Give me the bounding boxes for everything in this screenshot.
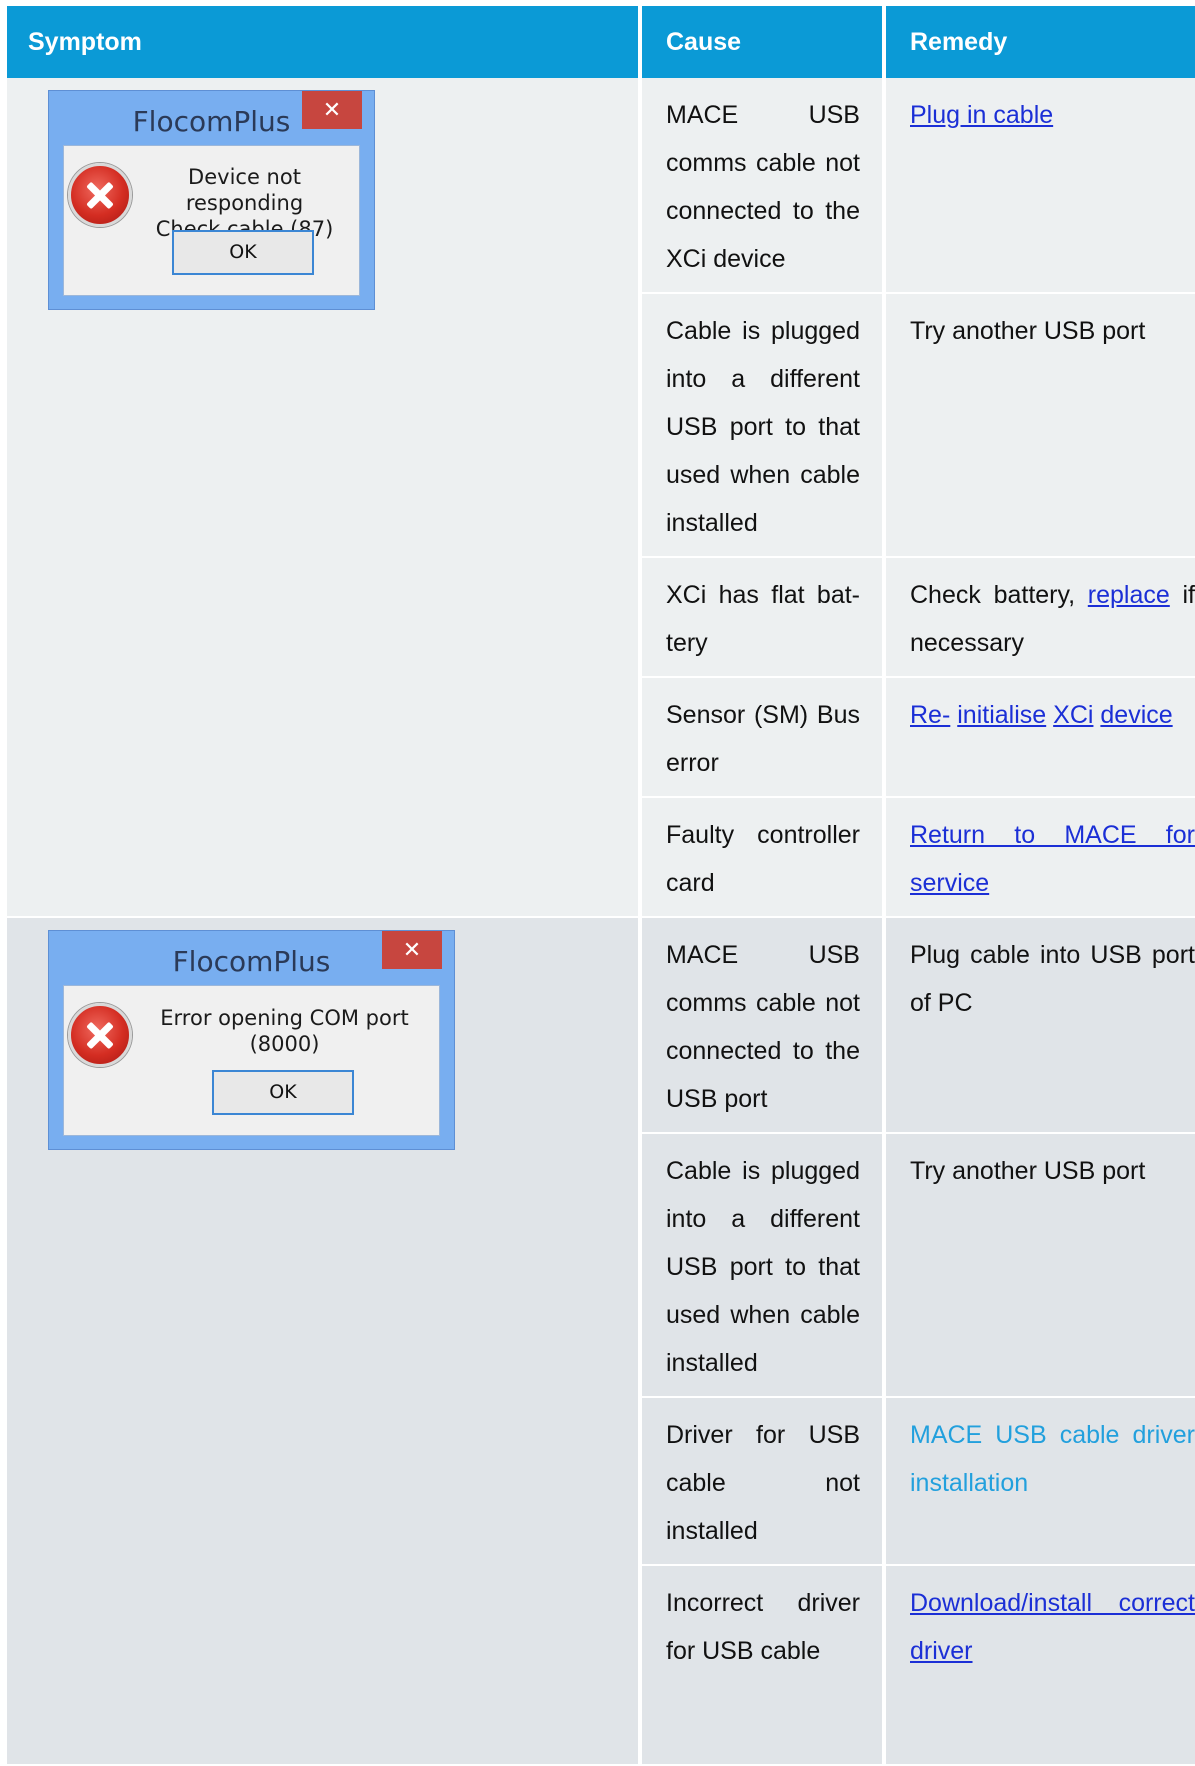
- dialog-body: Error opening COM port (8000) OK: [63, 985, 440, 1136]
- cause-cell: Cable is plugged into a different USB po…: [640, 293, 886, 558]
- cause-cell: Faulty controller card: [640, 797, 886, 918]
- remedy-cell: Download/install correct driver: [884, 1565, 1195, 1766]
- header-symptom: Symptom: [7, 6, 642, 78]
- cause-cell: XCi has flat bat-tery: [640, 557, 886, 678]
- remedy-cell: Try another USB port: [884, 1133, 1195, 1398]
- remedy-link-reinitialise[interactable]: initialise: [957, 701, 1046, 729]
- dialog-message-line1: Device not responding: [185, 165, 304, 215]
- remedy-link-reinitialise[interactable]: device: [1100, 701, 1172, 729]
- cause-cell: Sensor (SM) Bus error: [640, 677, 886, 798]
- close-icon[interactable]: ✕: [382, 931, 442, 969]
- close-icon[interactable]: ✕: [302, 91, 362, 129]
- header-cause: Cause: [640, 6, 886, 78]
- remedy-link-replace[interactable]: replace: [1088, 581, 1170, 609]
- cause-cell: Driver for USB cable not installed: [640, 1397, 886, 1566]
- error-icon: [68, 163, 132, 227]
- dialog-message: Error opening COM port (8000): [160, 1006, 409, 1056]
- remedy-link-reinitialise[interactable]: XCi: [1053, 701, 1093, 729]
- remedy-cell: Try another USB port: [884, 293, 1195, 558]
- ok-button[interactable]: OK: [212, 1070, 354, 1115]
- error-dialog-com-port: FlocomPlus ✕ Error opening COM port (800…: [48, 930, 455, 1150]
- symptom-cell-error-opening-com-port: FlocomPlus ✕ Error opening COM port (800…: [7, 917, 642, 1766]
- remedy-cell: Re- initialise XCi device: [884, 677, 1195, 798]
- remedy-link-plug-in-cable[interactable]: Plug in cable: [910, 101, 1053, 129]
- remedy-cell: MACE USB cable driver installation: [884, 1397, 1195, 1566]
- cause-cell: Incorrect driver for USB cable: [640, 1565, 886, 1766]
- ok-button[interactable]: OK: [172, 230, 314, 275]
- cause-cell: Cable is plugged into a different USB po…: [640, 1133, 886, 1398]
- troubleshooting-table: Symptom Cause Remedy FlocomPlus ✕ Device…: [7, 6, 1195, 1766]
- remedy-link-reinitialise[interactable]: Re-: [910, 701, 950, 729]
- remedy-cell: Return to MACE for service: [884, 797, 1195, 918]
- dialog-body: Device not responding Check cable (87) O…: [63, 145, 360, 296]
- remedy-link-return-to-mace[interactable]: Return to MACE for service: [910, 821, 1195, 897]
- symptom-cell-device-not-responding: FlocomPlus ✕ Device not responding Check…: [7, 78, 642, 918]
- remedy-link-download-driver[interactable]: Download/install correct driver: [910, 1589, 1195, 1665]
- remedy-cell: Check battery, replace if necessary: [884, 557, 1195, 678]
- remedy-cell: Plug in cable: [884, 78, 1195, 294]
- dialog-titlebar: FlocomPlus ✕: [49, 931, 454, 985]
- remedy-link-driver-installation[interactable]: MACE USB cable driver installation: [910, 1421, 1195, 1497]
- cause-cell: MACE USB comms cable not connected to th…: [640, 78, 886, 294]
- cause-cell: MACE USB comms cable not connected to th…: [640, 917, 886, 1134]
- header-remedy: Remedy: [884, 6, 1195, 78]
- dialog-titlebar: FlocomPlus ✕: [49, 91, 374, 145]
- error-icon: [68, 1003, 132, 1067]
- error-dialog-device-not-responding: FlocomPlus ✕ Device not responding Check…: [48, 90, 375, 310]
- remedy-cell: Plug cable into USB port of PC: [884, 917, 1195, 1134]
